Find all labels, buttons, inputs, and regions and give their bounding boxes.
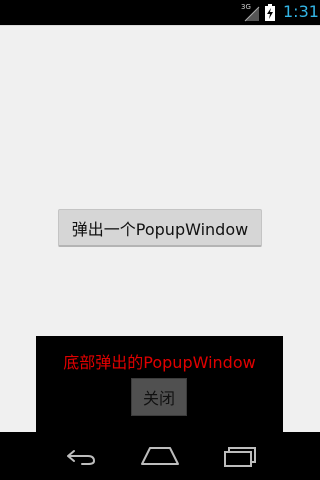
battery-charging-icon: [265, 4, 275, 21]
navigation-bar: [0, 432, 320, 480]
status-bar: 3G 1:31: [0, 0, 320, 25]
screen: 3G 1:31 弹出一个PopupWindow 底部弹出的PopupWindow…: [0, 0, 320, 480]
popup-title: 底部弹出的PopupWindow: [63, 353, 256, 372]
close-button[interactable]: 关闭: [131, 378, 187, 416]
recent-apps-button[interactable]: [218, 442, 262, 470]
back-button[interactable]: [58, 442, 102, 470]
home-icon: [141, 447, 179, 465]
back-icon: [67, 450, 95, 465]
bottom-popup-window: 底部弹出的PopupWindow 关闭: [36, 336, 283, 432]
clock: 1:31: [283, 2, 319, 21]
home-button[interactable]: [138, 442, 182, 470]
signal-icon: [244, 6, 260, 22]
show-popup-button[interactable]: 弹出一个PopupWindow: [58, 209, 262, 247]
recent-apps-icon: [224, 447, 256, 467]
